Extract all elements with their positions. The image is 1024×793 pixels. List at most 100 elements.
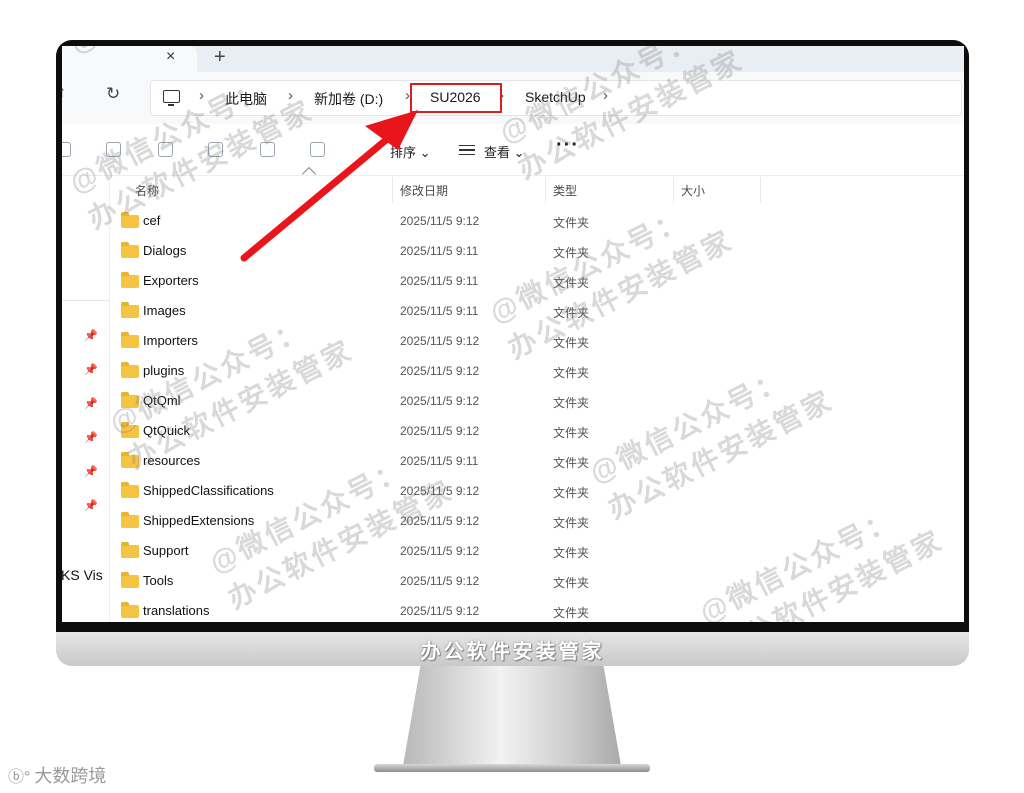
corner-logo: ⓑ° 大数跨境 xyxy=(8,766,107,786)
file-type: 文件夹 xyxy=(553,306,590,320)
file-row[interactable]: QtQml 2025/11/5 9:12 文件夹 xyxy=(110,387,964,417)
file-name: Dialogs xyxy=(143,243,187,258)
more-options-button[interactable]: ··· xyxy=(556,134,579,157)
folder-icon xyxy=(121,332,139,348)
file-name: Images xyxy=(143,303,186,318)
folder-icon xyxy=(121,302,139,318)
column-divider[interactable] xyxy=(673,177,674,203)
column-divider[interactable] xyxy=(545,177,546,203)
file-modified: 2025/11/5 9:12 xyxy=(400,484,480,498)
file-row[interactable]: cef 2025/11/5 9:12 文件夹 xyxy=(110,207,964,237)
folder-icon xyxy=(121,572,139,588)
pin-icon[interactable]: 📌 xyxy=(84,363,98,376)
file-row[interactable]: resources 2025/11/5 9:11 文件夹 xyxy=(110,447,964,477)
folder-icon xyxy=(121,362,139,378)
sidebar-item-ks-vis[interactable]: KS Vis xyxy=(62,567,103,583)
column-divider[interactable] xyxy=(760,177,761,203)
file-row[interactable]: QtQuick 2025/11/5 9:12 文件夹 xyxy=(110,417,964,447)
view-icon xyxy=(459,145,475,155)
file-row[interactable]: Tools 2025/11/5 9:12 文件夹 xyxy=(110,567,964,597)
file-row[interactable]: Support 2025/11/5 9:12 文件夹 xyxy=(110,537,964,567)
column-size[interactable]: 大小 xyxy=(681,182,705,199)
pin-icon[interactable]: 📌 xyxy=(84,465,98,478)
monitor-chin: 办公软件安装管家 xyxy=(56,632,969,666)
folder-icon xyxy=(121,542,139,558)
file-row[interactable]: Images 2025/11/5 9:11 文件夹 xyxy=(110,297,964,327)
file-type: 文件夹 xyxy=(553,276,590,290)
navigation-pane: 📌 📌 📌 📌 📌 📌 KS Vis xyxy=(62,177,110,622)
pin-icon[interactable]: 📌 xyxy=(84,499,98,512)
file-row[interactable]: Importers 2025/11/5 9:12 文件夹 xyxy=(110,327,964,357)
file-name: Tools xyxy=(143,573,174,588)
computer-icon xyxy=(163,90,180,106)
file-modified: 2025/11/5 9:12 xyxy=(400,214,480,228)
command-bar: 排序 ⌄ 查看 ⌄ ··· xyxy=(62,124,964,176)
tab-current[interactable]: × xyxy=(62,46,197,72)
monitor-brand-label: 办公软件安装管家 xyxy=(420,640,605,663)
pin-icon[interactable]: 📌 xyxy=(84,329,98,342)
file-modified: 2025/11/5 9:12 xyxy=(400,514,480,528)
folder-icon xyxy=(121,482,139,498)
file-type: 文件夹 xyxy=(553,546,590,560)
file-type: 文件夹 xyxy=(553,606,590,620)
column-modified[interactable]: 修改日期 xyxy=(400,182,448,199)
delete-icon[interactable] xyxy=(310,142,325,157)
file-modified: 2025/11/5 9:12 xyxy=(400,574,480,588)
breadcrumb-highlight-box xyxy=(410,83,502,113)
column-name[interactable]: 名称 xyxy=(135,182,159,199)
file-name: resources xyxy=(143,453,201,468)
close-icon[interactable]: × xyxy=(166,48,175,66)
breadcrumb-this-pc[interactable]: 此电脑 xyxy=(225,89,267,109)
sort-button[interactable]: 排序 ⌄ xyxy=(390,142,431,161)
refresh-icon[interactable]: ↻ xyxy=(106,84,120,104)
breadcrumb-drive-d[interactable]: 新加卷 (D:) xyxy=(314,89,383,109)
folder-icon xyxy=(121,422,139,438)
explorer-window: × + ↑ ↻ › 此电脑 › 新加卷 (D:) › SU2026 › Sket… xyxy=(62,46,964,622)
address-bar[interactable]: › 此电脑 › 新加卷 (D:) › SU2026 › SketchUp › xyxy=(150,80,962,116)
column-header-row: 名称 修改日期 类型 大小 xyxy=(110,166,964,203)
file-row[interactable]: Dialogs 2025/11/5 9:11 文件夹 xyxy=(110,237,964,267)
file-row[interactable]: plugins 2025/11/5 9:12 文件夹 xyxy=(110,357,964,387)
chevron-down-icon: ⌄ xyxy=(419,145,431,160)
paste-icon[interactable] xyxy=(158,142,173,157)
new-tab-icon[interactable]: + xyxy=(214,46,226,69)
file-row[interactable]: ShippedClassifications 2025/11/5 9:12 文件夹 xyxy=(110,477,964,507)
folder-icon xyxy=(121,242,139,258)
file-name: plugins xyxy=(143,363,185,378)
folder-icon xyxy=(121,272,139,288)
column-type[interactable]: 类型 xyxy=(553,182,577,199)
address-bar-row: ↑ ↻ › 此电脑 › 新加卷 (D:) › SU2026 › SketchUp… xyxy=(62,72,964,124)
file-modified: 2025/11/5 9:12 xyxy=(400,544,480,558)
cut-icon[interactable] xyxy=(62,142,71,157)
sidebar-divider xyxy=(62,300,110,301)
file-type: 文件夹 xyxy=(553,426,590,440)
file-modified: 2025/11/5 9:11 xyxy=(400,244,479,258)
file-modified: 2025/11/5 9:11 xyxy=(400,454,479,468)
file-modified: 2025/11/5 9:11 xyxy=(400,304,479,318)
folder-icon xyxy=(121,212,139,228)
share-icon[interactable] xyxy=(260,142,275,157)
chevron-down-icon: ⌄ xyxy=(513,145,525,160)
up-arrow-icon[interactable]: ↑ xyxy=(62,84,66,102)
file-modified: 2025/11/5 9:12 xyxy=(400,334,480,348)
file-row[interactable]: translations 2025/11/5 9:12 文件夹 xyxy=(110,597,964,622)
file-name: QtQuick xyxy=(143,423,190,438)
file-name: ShippedExtensions xyxy=(143,513,255,528)
column-divider[interactable] xyxy=(392,177,393,203)
file-row[interactable]: Exporters 2025/11/5 9:11 文件夹 xyxy=(110,267,964,297)
tab-bar: × + xyxy=(62,46,964,72)
file-name: Importers xyxy=(143,333,198,348)
file-list: 名称 修改日期 类型 大小 cef 2025/11/5 9:12 文件夹 Dialog… xyxy=(110,166,964,622)
view-button[interactable]: 查看 ⌄ xyxy=(484,142,525,161)
breadcrumb-sketchup[interactable]: SketchUp xyxy=(525,89,586,105)
pin-icon[interactable]: 📌 xyxy=(84,431,98,444)
rename-icon[interactable] xyxy=(208,142,223,157)
file-type: 文件夹 xyxy=(553,456,590,470)
copy-icon[interactable] xyxy=(106,142,121,157)
folder-icon xyxy=(121,512,139,528)
pin-icon[interactable]: 📌 xyxy=(84,397,98,410)
file-type: 文件夹 xyxy=(553,216,590,230)
file-type: 文件夹 xyxy=(553,246,590,260)
chevron-right-icon: › xyxy=(288,87,293,104)
file-row[interactable]: ShippedExtensions 2025/11/5 9:12 文件夹 xyxy=(110,507,964,537)
